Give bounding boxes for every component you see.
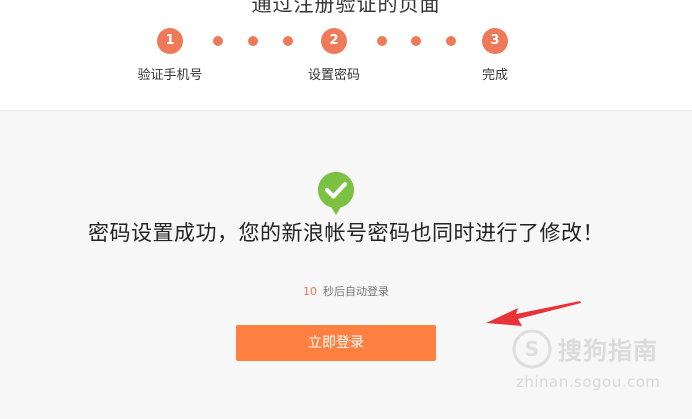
step-dot: [377, 36, 387, 46]
step-2-circle: 2: [321, 28, 347, 54]
step-2-label: 设置密码: [307, 68, 361, 83]
step-dot: [446, 36, 456, 46]
step-dot: [283, 36, 293, 46]
login-now-button[interactable]: 立即登录: [236, 325, 436, 361]
step-1-circle: 1: [157, 28, 183, 54]
watermark-name: 搜狗指南: [558, 337, 658, 365]
step-dot: [248, 36, 258, 46]
svg-text:S: S: [525, 337, 539, 361]
countdown-seconds: 10: [303, 285, 317, 298]
watermark-url: zhinan.sogou.com: [516, 373, 661, 391]
step-dot: [213, 36, 223, 46]
step-3-label: 完成: [481, 68, 509, 83]
step-1-label: 验证手机号: [137, 68, 203, 83]
check-circle-icon: [317, 172, 354, 215]
countdown-label: 秒后自动登录: [323, 285, 389, 298]
step-indicator: 通过注册验证的页面 1 2 3 验证手机号 设置密码 完成: [0, 0, 692, 111]
sogou-s-icon: S: [512, 329, 552, 369]
step-dot: [411, 36, 421, 46]
page-title: 通过注册验证的页面: [251, 0, 441, 16]
success-message: 密码设置成功，您的新浪帐号密码也同时进行了修改！: [88, 221, 604, 245]
success-panel: 密码设置成功，您的新浪帐号密码也同时进行了修改！ 10 秒后自动登录 立即登录 S…: [0, 111, 692, 419]
step-3-circle: 3: [482, 28, 508, 54]
page: 通过注册验证的页面 1 2 3 验证手机号 设置密码 完成 密码设置成功，您的新…: [0, 0, 692, 419]
